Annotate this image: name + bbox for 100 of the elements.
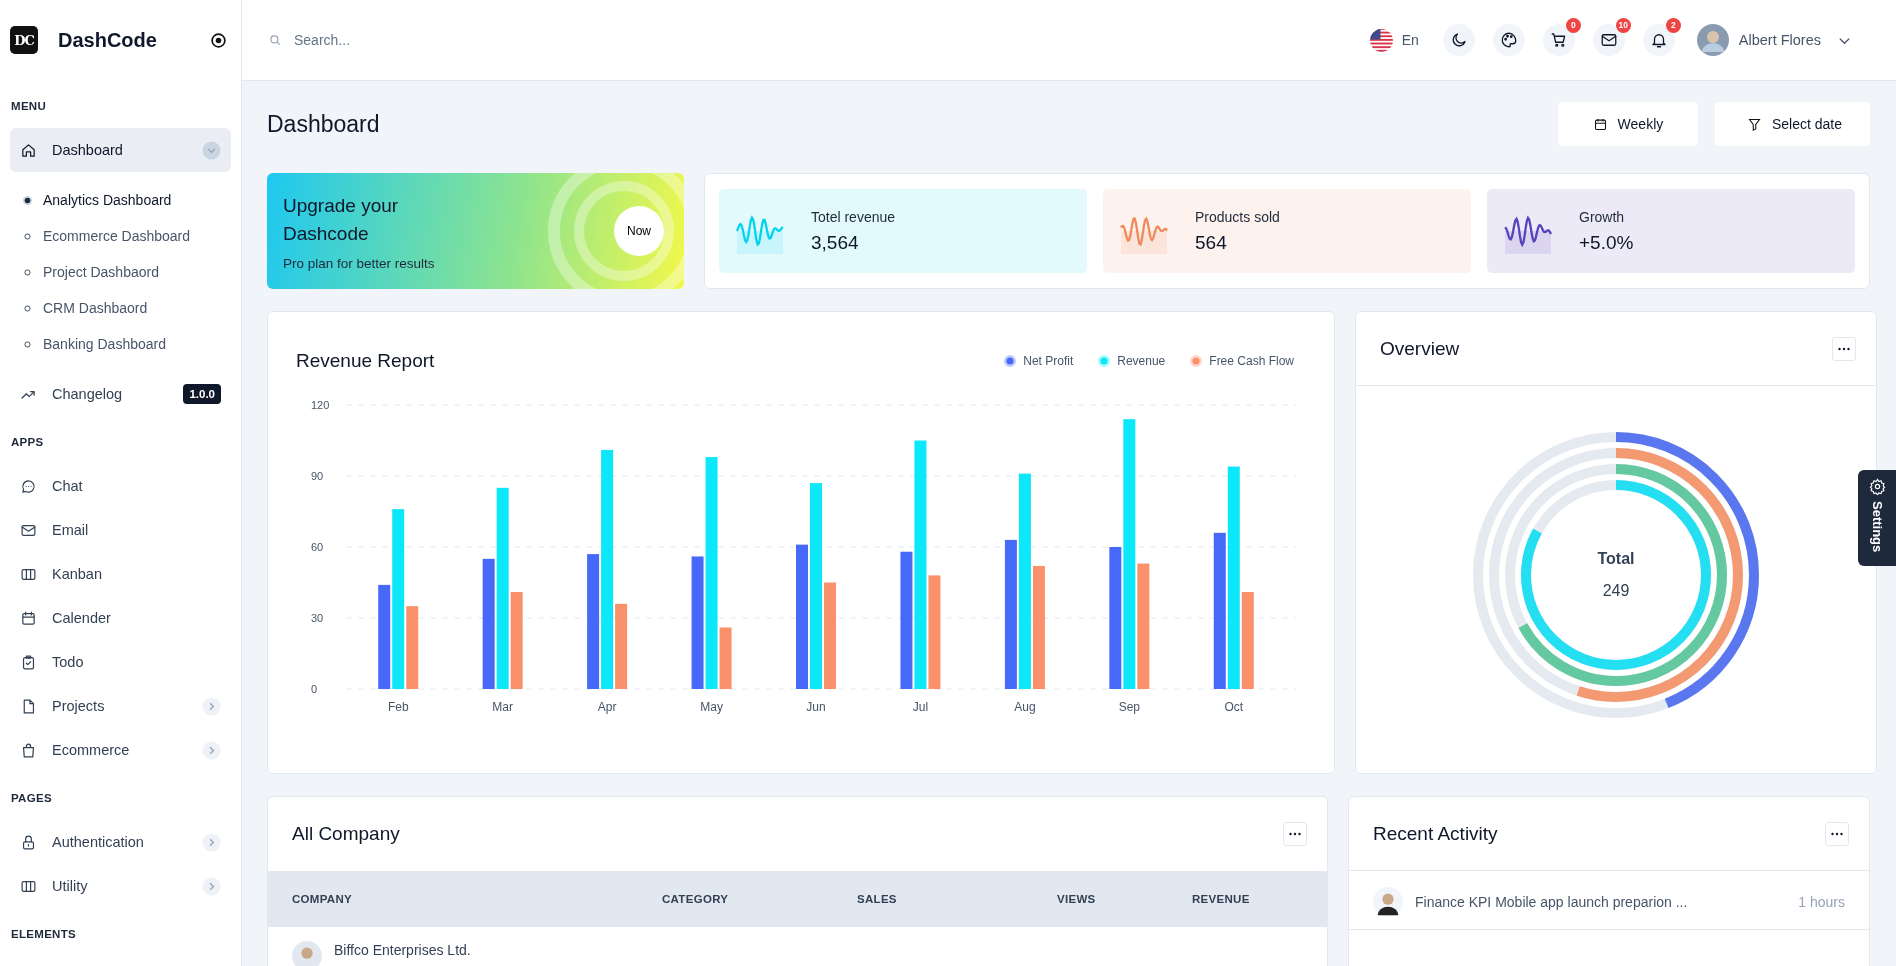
- axis-tick-label: Oct: [1224, 700, 1244, 714]
- stat-label: Totel revenue: [811, 208, 896, 225]
- axis-tick-label: Jun: [806, 700, 826, 714]
- chevron-icon[interactable]: [202, 832, 221, 852]
- sidebar-item[interactable]: Todo: [10, 640, 231, 684]
- promo-subtitle: Pro plan for better results: [283, 255, 436, 271]
- axis-tick-label: Mar: [492, 700, 513, 714]
- total-value: 249: [1602, 581, 1630, 600]
- chevron-icon[interactable]: [202, 876, 221, 896]
- search-icon: [268, 33, 282, 47]
- stat-value: +5.0%: [1579, 231, 1634, 254]
- menu-item-icon: [20, 653, 37, 671]
- sidebar-item[interactable]: Changelog 1.0.0: [10, 372, 231, 416]
- avatar-icon: [1696, 24, 1729, 56]
- version-badge: 1.0.0: [183, 384, 221, 404]
- sidebar-item[interactable]: Calender: [10, 596, 231, 640]
- card-title: Revenue Report: [296, 350, 436, 372]
- section-title: ELEMENTS: [10, 927, 77, 942]
- axis-tick-label: 120: [311, 399, 330, 411]
- chevron-icon[interactable]: [202, 696, 221, 716]
- palette-icon: [1499, 31, 1518, 49]
- sidebar-item[interactable]: Chat: [10, 464, 231, 508]
- axis-tick-label: 30: [311, 612, 324, 624]
- moon-button[interactable]: [1442, 24, 1475, 56]
- more-button[interactable]: [1283, 822, 1307, 846]
- upgrade-button[interactable]: Now: [614, 206, 664, 256]
- more-icon: [1838, 346, 1850, 351]
- sidebar-item[interactable]: Email: [10, 508, 231, 552]
- section-title: MENU: [10, 99, 48, 114]
- axis-tick-label: May: [700, 700, 723, 714]
- submenu-item[interactable]: CRM Dashbaord: [10, 290, 231, 326]
- page-title: Dashboard: [267, 110, 381, 138]
- menu-item-icon: [20, 141, 37, 159]
- stat-label: Growth: [1579, 208, 1626, 225]
- submenu-item[interactable]: Analytics Dashboard: [10, 182, 231, 218]
- axis-tick-label: 0: [311, 683, 318, 695]
- period-button[interactable]: Weekly: [1557, 102, 1698, 146]
- envelope-icon: [1599, 31, 1618, 49]
- logo-icon: DC: [10, 26, 38, 54]
- column-header: SALES: [857, 893, 898, 905]
- user-menu[interactable]: Albert Flores: [1696, 24, 1852, 56]
- menu-item-icon: [20, 833, 37, 851]
- language-selector[interactable]: En: [1368, 27, 1419, 53]
- card-title: Overview: [1380, 337, 1461, 360]
- card-title: All Company: [292, 823, 401, 845]
- column-header: COMPANY: [292, 893, 354, 905]
- sidebar-item[interactable]: Utility: [10, 864, 231, 908]
- promo-title: Upgrade your Dashcode: [283, 193, 400, 246]
- sidebar-item[interactable]: Ecommerce: [10, 728, 231, 772]
- activity-text: Finance KPI Mobile app launch preparion ...: [1415, 894, 1689, 910]
- axis-tick-label: 60: [311, 541, 324, 553]
- more-button[interactable]: [1825, 821, 1849, 846]
- section-title: PAGES: [10, 791, 53, 806]
- stat-label: Products sold: [1195, 208, 1280, 225]
- collapse-toggle-icon[interactable]: [210, 31, 227, 49]
- menu-item-icon: [20, 741, 37, 759]
- menu-item-icon: [20, 609, 37, 627]
- axis-tick-label: 90: [311, 470, 324, 482]
- axis-tick-label: Feb: [387, 700, 409, 714]
- submenu-item[interactable]: Banking Dashboard: [10, 326, 231, 362]
- cart-button[interactable]: [1542, 24, 1575, 56]
- legend-label: Net Profit: [1023, 354, 1074, 368]
- settings-tab[interactable]: Settings: [1858, 470, 1896, 566]
- more-icon: [1831, 831, 1843, 836]
- axis-tick-label: Jul: [912, 700, 929, 714]
- brand-name: DashCode: [58, 28, 158, 52]
- column-header: REVENUE: [1192, 893, 1251, 905]
- submenu-item[interactable]: Project Dashbaord: [10, 254, 231, 290]
- sidebar-item[interactable]: Authentication: [10, 820, 231, 864]
- palette-button[interactable]: [1492, 24, 1525, 56]
- date-filter-button[interactable]: Select date: [1714, 102, 1870, 146]
- card-title: Recent Activity: [1373, 822, 1499, 845]
- stat-value: 3,564: [811, 231, 860, 254]
- calendar-icon: [1592, 116, 1608, 132]
- axis-tick-label: Aug: [1014, 700, 1036, 714]
- axis-tick-label: Sep: [1118, 700, 1140, 714]
- stat-value: 564: [1195, 231, 1228, 254]
- sidebar-item[interactable]: Kanban: [10, 552, 231, 596]
- activity-time: 1 hours: [1798, 894, 1845, 910]
- bell-button[interactable]: [1642, 24, 1675, 56]
- menu-item-icon: [20, 477, 37, 495]
- legend-label: Revenue: [1117, 354, 1166, 368]
- avatar-icon: [1373, 887, 1403, 917]
- bell-icon: [1649, 31, 1668, 49]
- legend-label: Free Cash Flow: [1209, 354, 1294, 368]
- company-name: Biffco Enterprises Ltd.: [334, 942, 471, 958]
- axis-tick-label: Apr: [597, 700, 617, 714]
- more-button[interactable]: [1832, 336, 1856, 361]
- settings-icon: [1868, 478, 1886, 495]
- column-header: CATEGORY: [662, 893, 730, 905]
- cart-icon: [1549, 31, 1568, 49]
- sidebar-item[interactable]: Dashboard: [10, 128, 231, 172]
- sidebar-item[interactable]: Projects: [10, 684, 231, 728]
- search-field[interactable]: Search...: [292, 31, 536, 49]
- submenu-item[interactable]: Ecommerce Dashboard: [10, 218, 231, 254]
- column-header: VIEWS: [1057, 893, 1097, 905]
- more-icon: [1289, 832, 1301, 836]
- chevron-icon[interactable]: [202, 740, 221, 760]
- total-label: Total: [1597, 549, 1635, 568]
- section-title: APPS: [10, 435, 45, 450]
